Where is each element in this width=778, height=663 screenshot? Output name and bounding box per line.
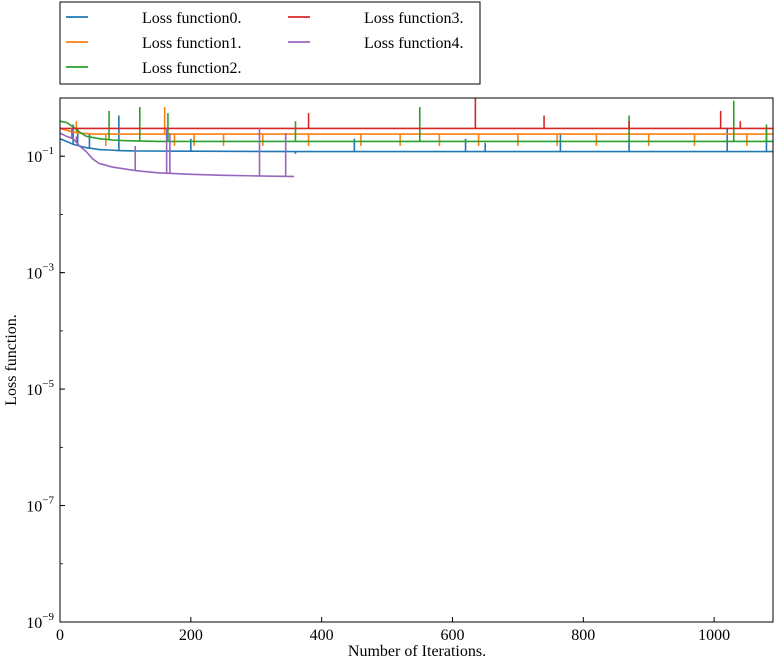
y-tick-label: 10−3 — [26, 262, 54, 283]
x-tick-label: 0 — [56, 627, 64, 644]
x-tick-label: 400 — [310, 627, 334, 644]
legend-label: Loss function4. — [364, 35, 464, 52]
legend-label: Loss function0. — [142, 10, 242, 27]
y-tick-label: 10−5 — [26, 378, 54, 399]
y-axis-label: Loss function. — [3, 314, 20, 406]
y-tick-label: 10−1 — [26, 145, 54, 166]
legend-label: Loss function3. — [364, 10, 464, 27]
y-tick-label: 10−7 — [26, 495, 54, 516]
plot-area — [59, 98, 773, 178]
x-axis-label: Number of Iterations. — [348, 643, 486, 660]
y-tick-label: 10−9 — [26, 611, 54, 632]
x-tick-label: 800 — [571, 627, 595, 644]
legend-label: Loss function2. — [142, 60, 242, 77]
chart: Loss function0. Loss function1. Loss funct… — [3, 1, 774, 660]
axes: 0 200 400 600 800 1000 10−9 10−7 10−5 10−3 10−1 — [26, 97, 774, 644]
x-tick-label: 200 — [179, 627, 203, 644]
x-tick-label: 1000 — [698, 627, 730, 644]
plot-frame — [59, 97, 774, 623]
legend-label: Loss function1. — [142, 35, 242, 52]
legend: Loss function0. Loss function1. Loss funct… — [59, 1, 481, 85]
x-tick-label: 600 — [440, 627, 464, 644]
